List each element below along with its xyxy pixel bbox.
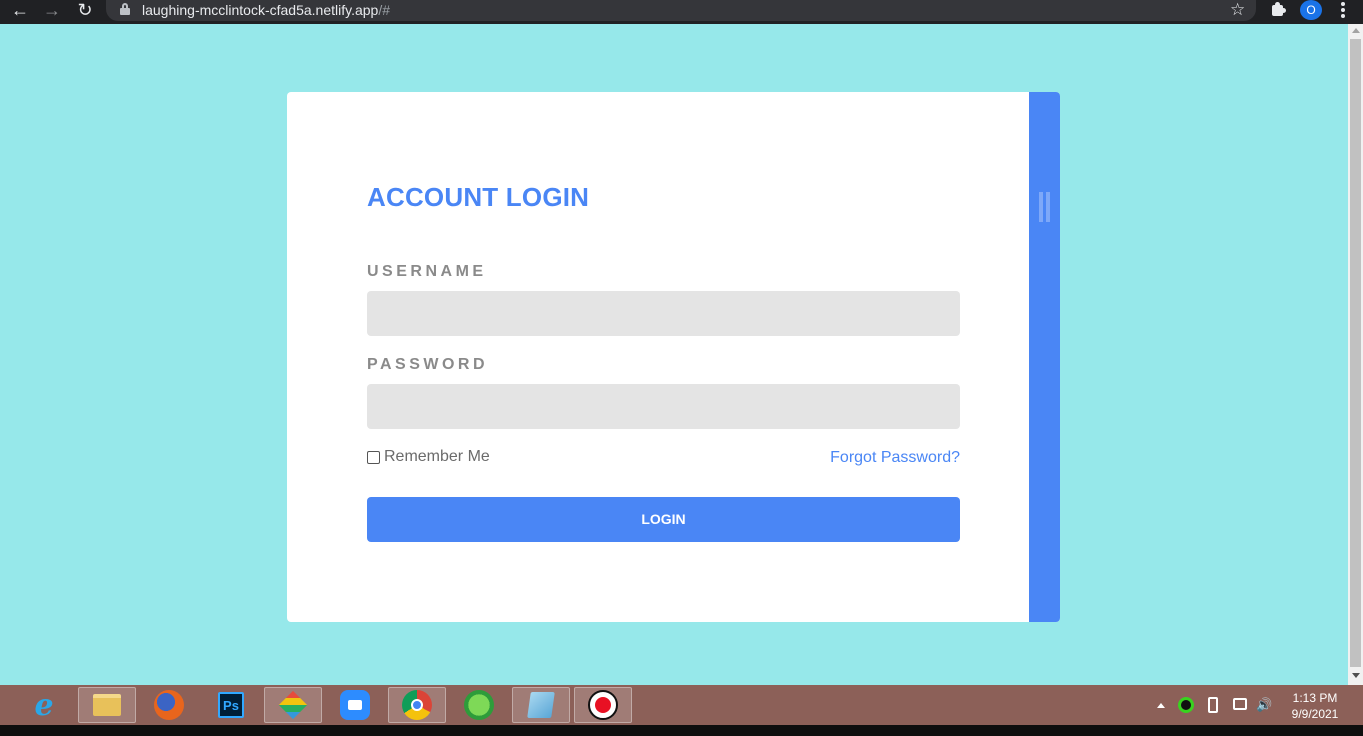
password-label: PASSWORD	[367, 356, 489, 373]
username-field[interactable]	[367, 291, 960, 336]
login-card: ACCOUNT LOGIN USERNAME PASSWORD Remember…	[287, 92, 1060, 622]
git-icon	[278, 690, 308, 720]
scroll-down-arrow-icon[interactable]	[1352, 673, 1360, 678]
tray-app-icon[interactable]	[1178, 697, 1194, 713]
taskbar-firefox[interactable]	[140, 687, 198, 723]
green-app-icon	[464, 690, 494, 720]
network-icon[interactable]	[1233, 698, 1247, 710]
taskbar-git[interactable]	[264, 687, 322, 723]
taskbar-green-app[interactable]	[450, 687, 508, 723]
url-text[interactable]: laughing-mcclintock-cfad5a.netlify.app/#	[142, 2, 390, 18]
show-hidden-icons-arrow-icon[interactable]	[1157, 703, 1165, 708]
login-button[interactable]: LOGIN	[367, 497, 960, 542]
username-label: USERNAME	[367, 263, 487, 280]
taskbar-edge	[0, 725, 1363, 736]
scroll-up-arrow-icon[interactable]	[1352, 28, 1360, 33]
card-side-strip	[1029, 92, 1060, 622]
clock-time: 1:13 PM	[1292, 691, 1338, 705]
profile-avatar[interactable]: O	[1300, 0, 1322, 20]
taskbar-zoom[interactable]	[326, 687, 384, 723]
taskbar-screen-recorder[interactable]	[574, 687, 632, 723]
screen-recorder-icon	[588, 690, 618, 720]
clock-date: 9/9/2021	[1291, 707, 1339, 721]
forward-arrow-icon[interactable]: →	[40, 0, 64, 20]
remember-me[interactable]: Remember Me	[367, 448, 490, 466]
taskbar-photoshop[interactable]: Ps	[202, 687, 260, 723]
lock-icon[interactable]	[120, 3, 130, 16]
notepad-icon	[527, 692, 555, 718]
zoom-icon	[340, 690, 370, 720]
remember-me-label: Remember Me	[384, 448, 490, 465]
taskbar-file-explorer[interactable]	[78, 687, 136, 723]
reload-icon[interactable]: ↻	[73, 0, 97, 20]
password-field[interactable]	[367, 384, 960, 429]
page-scrollbar[interactable]	[1348, 24, 1363, 685]
taskbar-internet-explorer[interactable]: e	[15, 687, 73, 723]
device-icon[interactable]	[1208, 697, 1218, 713]
speaker-icon[interactable]: 🔊	[1256, 697, 1272, 713]
system-clock[interactable]: 1:13 PM 9/9/2021	[1280, 690, 1350, 722]
address-bar[interactable]: laughing-mcclintock-cfad5a.netlify.app/#	[106, 0, 1256, 21]
kebab-menu-icon[interactable]	[1338, 2, 1348, 18]
scroll-thumb[interactable]	[1350, 39, 1361, 667]
page-title: ACCOUNT LOGIN	[367, 182, 590, 212]
browser-toolbar: ← → ↻ laughing-mcclintock-cfad5a.netlify…	[0, 0, 1363, 24]
remember-me-checkbox[interactable]	[367, 450, 380, 464]
chrome-icon	[402, 690, 432, 720]
forgot-password-link[interactable]: Forgot Password?	[830, 449, 960, 467]
back-arrow-icon[interactable]: ←	[8, 0, 32, 20]
photoshop-icon: Ps	[218, 692, 244, 718]
puzzle-icon[interactable]	[1270, 1, 1286, 17]
url-host: laughing-mcclintock-cfad5a.netlify.app	[142, 2, 379, 18]
file-explorer-icon	[93, 694, 121, 716]
internet-explorer-icon: e	[34, 687, 54, 723]
taskbar-chrome[interactable]	[388, 687, 446, 723]
url-path: /#	[378, 2, 390, 18]
taskbar-notepad[interactable]	[512, 687, 570, 723]
grip-icon[interactable]	[1039, 192, 1051, 222]
star-icon[interactable]: ☆	[1230, 0, 1245, 19]
firefox-icon	[154, 690, 184, 720]
